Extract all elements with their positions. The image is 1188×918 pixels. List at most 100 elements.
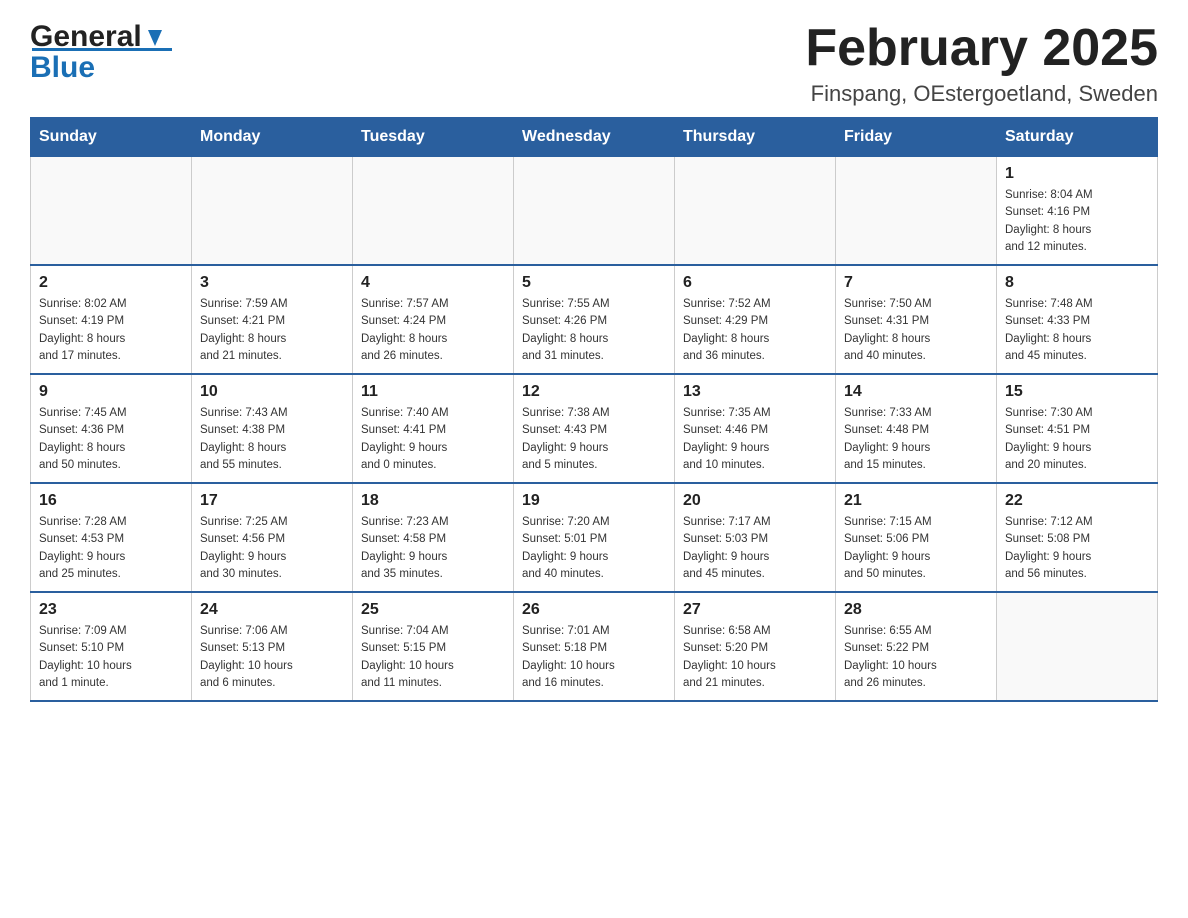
calendar-cell bbox=[675, 157, 836, 266]
calendar-cell: 12 Sunrise: 7:38 AM Sunset: 4:43 PM Dayli… bbox=[514, 374, 675, 483]
day-info: Sunrise: 7:20 AM Sunset: 5:01 PM Dayligh… bbox=[522, 514, 666, 583]
header-wednesday: Wednesday bbox=[514, 118, 675, 157]
day-number: 5 bbox=[522, 274, 666, 292]
day-number: 13 bbox=[683, 383, 827, 401]
day-number: 22 bbox=[1005, 492, 1149, 510]
calendar-cell: 22 Sunrise: 7:12 AM Sunset: 5:08 PM Dayli… bbox=[997, 483, 1158, 592]
day-info: Sunrise: 6:58 AM Sunset: 5:20 PM Dayligh… bbox=[683, 623, 827, 692]
calendar-body: 1 Sunrise: 8:04 AM Sunset: 4:16 PM Daylig… bbox=[31, 157, 1158, 702]
day-number: 20 bbox=[683, 492, 827, 510]
day-info: Sunrise: 7:23 AM Sunset: 4:58 PM Dayligh… bbox=[361, 514, 505, 583]
day-number: 19 bbox=[522, 492, 666, 510]
day-number: 27 bbox=[683, 601, 827, 619]
logo-blue-text: Blue bbox=[30, 51, 95, 85]
day-number: 14 bbox=[844, 383, 988, 401]
day-info: Sunrise: 7:25 AM Sunset: 4:56 PM Dayligh… bbox=[200, 514, 344, 583]
calendar-cell: 13 Sunrise: 7:35 AM Sunset: 4:46 PM Dayli… bbox=[675, 374, 836, 483]
day-number: 3 bbox=[200, 274, 344, 292]
day-info: Sunrise: 7:40 AM Sunset: 4:41 PM Dayligh… bbox=[361, 405, 505, 474]
day-info: Sunrise: 7:04 AM Sunset: 5:15 PM Dayligh… bbox=[361, 623, 505, 692]
day-number: 12 bbox=[522, 383, 666, 401]
calendar-cell: 10Sunrise: 7:43 AM Sunset: 4:38 PM Dayli… bbox=[192, 374, 353, 483]
day-number: 8 bbox=[1005, 274, 1149, 292]
day-info: Sunrise: 7:33 AM Sunset: 4:48 PM Dayligh… bbox=[844, 405, 988, 474]
calendar-cell: 26Sunrise: 7:01 AM Sunset: 5:18 PM Dayli… bbox=[514, 592, 675, 701]
calendar-cell: 27 Sunrise: 6:58 AM Sunset: 5:20 PM Dayli… bbox=[675, 592, 836, 701]
header-sunday: Sunday bbox=[31, 118, 192, 157]
calendar-cell: 28Sunrise: 6:55 AM Sunset: 5:22 PM Dayli… bbox=[836, 592, 997, 701]
day-info: Sunrise: 7:35 AM Sunset: 4:46 PM Dayligh… bbox=[683, 405, 827, 474]
day-number: 25 bbox=[361, 601, 505, 619]
day-number: 15 bbox=[1005, 383, 1149, 401]
day-info: Sunrise: 8:04 AM Sunset: 4:16 PM Dayligh… bbox=[1005, 187, 1149, 256]
calendar-week-row: 9 Sunrise: 7:45 AM Sunset: 4:36 PM Daylig… bbox=[31, 374, 1158, 483]
logo-triangle-icon bbox=[144, 26, 166, 48]
calendar-cell: 20 Sunrise: 7:17 AM Sunset: 5:03 PM Dayli… bbox=[675, 483, 836, 592]
day-info: Sunrise: 7:52 AM Sunset: 4:29 PM Dayligh… bbox=[683, 296, 827, 365]
day-number: 18 bbox=[361, 492, 505, 510]
calendar-cell: 25 Sunrise: 7:04 AM Sunset: 5:15 PM Dayli… bbox=[353, 592, 514, 701]
day-number: 21 bbox=[844, 492, 988, 510]
day-info: Sunrise: 7:38 AM Sunset: 4:43 PM Dayligh… bbox=[522, 405, 666, 474]
calendar-cell: 8Sunrise: 7:48 AM Sunset: 4:33 PM Daylig… bbox=[997, 265, 1158, 374]
calendar-cell: 3 Sunrise: 7:59 AM Sunset: 4:21 PM Daylig… bbox=[192, 265, 353, 374]
calendar-cell: 2Sunrise: 8:02 AM Sunset: 4:19 PM Daylig… bbox=[31, 265, 192, 374]
calendar-cell bbox=[192, 157, 353, 266]
page-header: General Blue February 2025 Finspang, OEs… bbox=[30, 20, 1158, 107]
location-title: Finspang, OEstergoetland, Sweden bbox=[805, 81, 1158, 107]
day-number: 17 bbox=[200, 492, 344, 510]
calendar-cell: 1 Sunrise: 8:04 AM Sunset: 4:16 PM Daylig… bbox=[997, 157, 1158, 266]
day-number: 11 bbox=[361, 383, 505, 401]
calendar-cell: 15 Sunrise: 7:30 AM Sunset: 4:51 PM Dayli… bbox=[997, 374, 1158, 483]
calendar-cell: 7 Sunrise: 7:50 AM Sunset: 4:31 PM Daylig… bbox=[836, 265, 997, 374]
day-info: Sunrise: 7:15 AM Sunset: 5:06 PM Dayligh… bbox=[844, 514, 988, 583]
day-info: Sunrise: 7:43 AM Sunset: 4:38 PM Dayligh… bbox=[200, 405, 344, 474]
day-info: Sunrise: 7:09 AM Sunset: 5:10 PM Dayligh… bbox=[39, 623, 183, 692]
header-tuesday: Tuesday bbox=[353, 118, 514, 157]
calendar-cell: 6 Sunrise: 7:52 AM Sunset: 4:29 PM Daylig… bbox=[675, 265, 836, 374]
day-number: 4 bbox=[361, 274, 505, 292]
day-number: 9 bbox=[39, 383, 183, 401]
calendar-cell: 14 Sunrise: 7:33 AM Sunset: 4:48 PM Dayli… bbox=[836, 374, 997, 483]
day-number: 26 bbox=[522, 601, 666, 619]
header-monday: Monday bbox=[192, 118, 353, 157]
day-info: Sunrise: 7:12 AM Sunset: 5:08 PM Dayligh… bbox=[1005, 514, 1149, 583]
day-info: Sunrise: 7:28 AM Sunset: 4:53 PM Dayligh… bbox=[39, 514, 183, 583]
calendar-week-row: 1 Sunrise: 8:04 AM Sunset: 4:16 PM Daylig… bbox=[31, 157, 1158, 266]
calendar-cell: 17 Sunrise: 7:25 AM Sunset: 4:56 PM Dayli… bbox=[192, 483, 353, 592]
calendar-table: Sunday Monday Tuesday Wednesday Thursday… bbox=[30, 117, 1158, 702]
calendar-week-row: 23 Sunrise: 7:09 AM Sunset: 5:10 PM Dayli… bbox=[31, 592, 1158, 701]
calendar-cell bbox=[836, 157, 997, 266]
calendar-cell: 9 Sunrise: 7:45 AM Sunset: 4:36 PM Daylig… bbox=[31, 374, 192, 483]
day-info: Sunrise: 7:06 AM Sunset: 5:13 PM Dayligh… bbox=[200, 623, 344, 692]
title-block: February 2025 Finspang, OEstergoetland, … bbox=[805, 20, 1158, 107]
day-number: 16 bbox=[39, 492, 183, 510]
calendar-cell: 4 Sunrise: 7:57 AM Sunset: 4:24 PM Daylig… bbox=[353, 265, 514, 374]
header-saturday: Saturday bbox=[997, 118, 1158, 157]
day-info: Sunrise: 7:57 AM Sunset: 4:24 PM Dayligh… bbox=[361, 296, 505, 365]
day-info: Sunrise: 7:30 AM Sunset: 4:51 PM Dayligh… bbox=[1005, 405, 1149, 474]
calendar-cell: 16 Sunrise: 7:28 AM Sunset: 4:53 PM Dayli… bbox=[31, 483, 192, 592]
day-number: 7 bbox=[844, 274, 988, 292]
day-info: Sunrise: 7:45 AM Sunset: 4:36 PM Dayligh… bbox=[39, 405, 183, 474]
header-friday: Friday bbox=[836, 118, 997, 157]
day-number: 6 bbox=[683, 274, 827, 292]
calendar-cell: 23 Sunrise: 7:09 AM Sunset: 5:10 PM Dayli… bbox=[31, 592, 192, 701]
calendar-cell: 11 Sunrise: 7:40 AM Sunset: 4:41 PM Dayli… bbox=[353, 374, 514, 483]
day-info: Sunrise: 7:50 AM Sunset: 4:31 PM Dayligh… bbox=[844, 296, 988, 365]
calendar-week-row: 16 Sunrise: 7:28 AM Sunset: 4:53 PM Dayli… bbox=[31, 483, 1158, 592]
calendar-cell: 21 Sunrise: 7:15 AM Sunset: 5:06 PM Dayli… bbox=[836, 483, 997, 592]
day-number: 1 bbox=[1005, 165, 1149, 183]
calendar-week-row: 2Sunrise: 8:02 AM Sunset: 4:19 PM Daylig… bbox=[31, 265, 1158, 374]
day-info: Sunrise: 7:17 AM Sunset: 5:03 PM Dayligh… bbox=[683, 514, 827, 583]
day-number: 23 bbox=[39, 601, 183, 619]
day-number: 24 bbox=[200, 601, 344, 619]
calendar-cell: 18 Sunrise: 7:23 AM Sunset: 4:58 PM Dayli… bbox=[353, 483, 514, 592]
day-number: 2 bbox=[39, 274, 183, 292]
day-number: 28 bbox=[844, 601, 988, 619]
header-thursday: Thursday bbox=[675, 118, 836, 157]
weekday-header-row: Sunday Monday Tuesday Wednesday Thursday… bbox=[31, 118, 1158, 157]
day-info: Sunrise: 7:59 AM Sunset: 4:21 PM Dayligh… bbox=[200, 296, 344, 365]
logo: General Blue bbox=[30, 20, 172, 85]
calendar-cell: 5Sunrise: 7:55 AM Sunset: 4:26 PM Daylig… bbox=[514, 265, 675, 374]
